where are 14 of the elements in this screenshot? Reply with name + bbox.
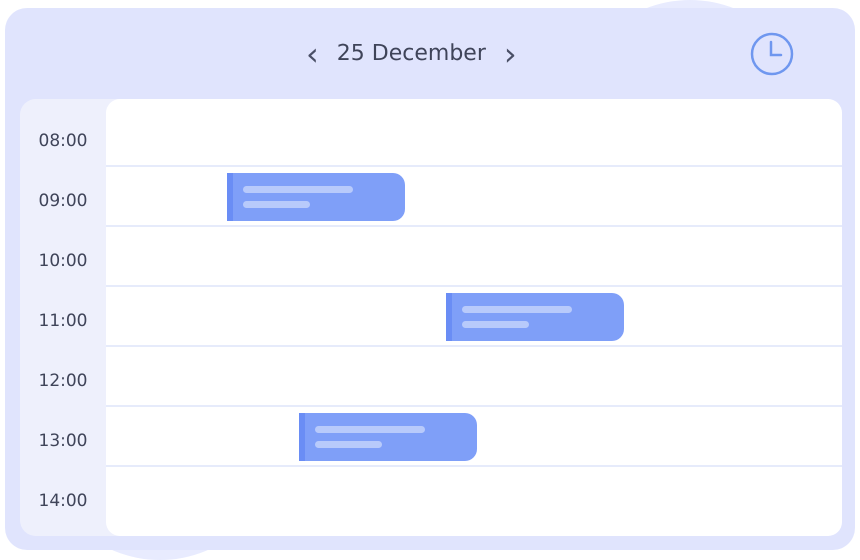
date-title: 25 December: [336, 41, 486, 66]
event-block[interactable]: [227, 173, 405, 222]
time-label: 14:00: [38, 491, 88, 512]
time-label: 10:00: [38, 251, 88, 272]
time-label: 13:00: [38, 431, 88, 452]
clock-icon[interactable]: [749, 31, 795, 77]
time-label: 09:00: [38, 191, 88, 212]
time-label: 11:00: [38, 311, 88, 332]
event-block[interactable]: [446, 293, 624, 342]
time-label: 08:00: [38, 131, 88, 152]
event-block[interactable]: [299, 413, 477, 462]
next-button[interactable]: ›: [500, 38, 521, 70]
previous-button[interactable]: ‹: [302, 38, 323, 70]
time-label: 12:00: [38, 371, 88, 392]
